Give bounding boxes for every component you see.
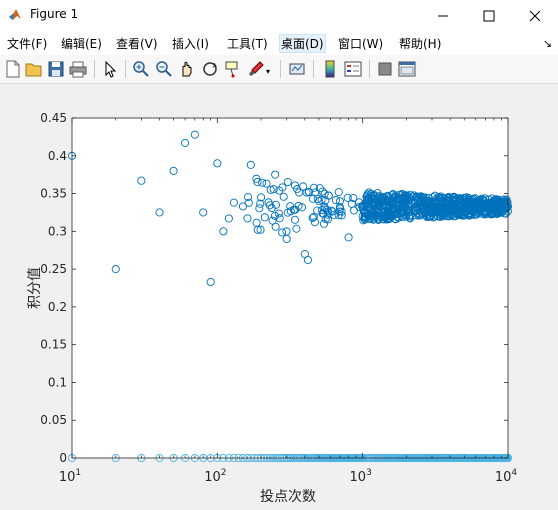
menu-insert[interactable]: 插入(I): [172, 35, 209, 52]
colorbar-icon[interactable]: [320, 59, 340, 79]
brush-dropdown-icon[interactable]: ▾: [266, 67, 270, 76]
toolbar-separator: [94, 60, 95, 78]
zoom-out-icon[interactable]: [154, 59, 174, 79]
figure-canvas: 0 0.05 0.1 0.15 0.2 0.25 0.3 0.35 0.4 0.45 101 102 1…: [0, 84, 558, 507]
menu-bar: 文件(F) 编辑(E) 查看(V) 插入(I) 工具(T) 桌面(D) 窗口(W…: [0, 31, 558, 55]
menu-edit[interactable]: 编辑(E): [61, 35, 102, 52]
close-icon: [529, 10, 541, 21]
y-tick-label: 0.2: [48, 300, 67, 314]
toolbar-separator: [313, 60, 314, 78]
x-axis-label: 投点次数: [260, 489, 316, 505]
brush-icon[interactable]: [246, 59, 266, 79]
menu-tools[interactable]: 工具(T): [227, 35, 268, 52]
y-tick-label: 0.45: [40, 111, 67, 125]
y-tick-label: 0.05: [40, 413, 67, 427]
y-tick-label: 0.4: [48, 149, 67, 163]
title-bar: Figure 1: [0, 0, 558, 31]
show-plot-tools-icon[interactable]: [397, 59, 417, 79]
menu-window[interactable]: 窗口(W): [338, 35, 383, 52]
open-file-icon[interactable]: [24, 59, 44, 79]
dock-arrow-icon[interactable]: ↘: [543, 37, 552, 50]
window-title: Figure 1: [30, 7, 79, 21]
y-tick-label: 0.15: [40, 338, 67, 352]
new-figure-icon[interactable]: [3, 59, 23, 79]
x-tick-label: 101: [59, 468, 81, 485]
plot-area: [72, 118, 508, 458]
toolbar-separator: [280, 60, 281, 78]
link-plot-icon[interactable]: [287, 59, 307, 79]
data-cursor-icon[interactable]: [223, 59, 243, 79]
x-tick-label: 103: [350, 468, 372, 485]
menu-file[interactable]: 文件(F): [7, 35, 47, 52]
y-tick-label: 0.25: [40, 262, 67, 276]
minimize-button[interactable]: [420, 0, 466, 31]
print-icon[interactable]: [68, 59, 88, 79]
rotate-3d-icon[interactable]: [200, 59, 220, 79]
menu-help[interactable]: 帮助(H): [399, 35, 441, 52]
y-axis-label: 积分值: [27, 267, 43, 309]
pan-hand-icon[interactable]: [177, 59, 197, 79]
figure-toolbar: ▾: [0, 55, 558, 84]
hide-plot-tools-icon[interactable]: [375, 59, 395, 79]
scatter-plot[interactable]: 0 0.05 0.1 0.15 0.2 0.25 0.3 0.35 0.4 0.45 101 102 1…: [0, 84, 558, 507]
maximize-icon: [483, 10, 495, 21]
menu-view[interactable]: 查看(V): [116, 35, 158, 52]
y-tick-label: 0.35: [40, 187, 67, 201]
minimize-icon: [438, 15, 448, 16]
save-icon[interactable]: [46, 59, 66, 79]
toolbar-separator: [125, 60, 126, 78]
y-tick-label: 0: [59, 451, 67, 465]
legend-icon[interactable]: [343, 59, 363, 79]
toolbar-separator: [369, 60, 370, 78]
zoom-in-icon[interactable]: [131, 59, 151, 79]
matlab-logo-icon: [9, 9, 21, 20]
maximize-button[interactable]: [466, 0, 512, 31]
x-tick-label: 102: [204, 468, 226, 485]
pointer-icon[interactable]: [100, 59, 120, 79]
close-button[interactable]: [512, 0, 558, 31]
y-tick-label: 0.3: [48, 224, 67, 238]
y-tick-label: 0.1: [48, 375, 67, 389]
x-tick-label: 104: [495, 468, 518, 485]
menu-desktop[interactable]: 桌面(D): [279, 34, 326, 53]
